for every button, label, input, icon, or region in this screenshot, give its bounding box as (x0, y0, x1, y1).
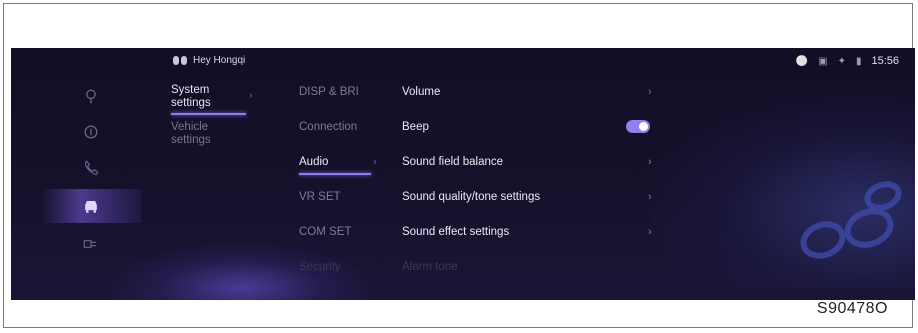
nav-item-phone[interactable] (41, 153, 141, 183)
submenu-label: VR SET (299, 191, 341, 203)
active-underline (171, 113, 246, 115)
left-nav (41, 76, 141, 300)
nav-item-apps[interactable] (41, 229, 141, 259)
setting-label: Sound field balance (402, 156, 504, 168)
status-bar: Hey Hongqi ⚪ ▣ ✦ ▮ 15:56 (11, 48, 915, 76)
nav-item-navigation[interactable] (41, 81, 141, 111)
signal-icon: ▮ (855, 55, 862, 67)
bluetooth-icon: ✦ (837, 55, 846, 67)
menu-system-settings-label: System settings (171, 84, 211, 109)
submenu-label: Connection (299, 121, 358, 133)
submenu-vr-set[interactable]: VR SET (299, 189, 399, 224)
wake-word-label: Hey Hongqi (193, 55, 246, 66)
submenu-label: Audio (299, 156, 329, 168)
setting-label: Sound quality/tone settings (402, 191, 541, 203)
submenu-audio[interactable]: Audio › (299, 154, 399, 189)
audio-volume[interactable]: Volume › (402, 84, 662, 119)
chevron-right-icon: › (648, 226, 652, 238)
chevron-right-icon: › (373, 156, 377, 168)
brand-emblem-icon (800, 181, 902, 259)
setting-label: Volume (402, 86, 441, 98)
audio-sound-effect[interactable]: Sound effect settings › (402, 224, 662, 259)
submenu-label: COM SET (299, 226, 352, 238)
menu-vehicle-settings-label: Vehicle settings (171, 121, 211, 146)
figure-code: S90478O (816, 300, 888, 317)
submenu-connection[interactable]: Connection (299, 119, 399, 154)
nav-item-music[interactable] (41, 117, 141, 147)
chevron-right-icon: › (249, 90, 253, 102)
submenu-security[interactable]: Security (299, 259, 399, 294)
voice-assistant-icon (173, 56, 187, 65)
chevron-right-icon: › (648, 86, 652, 98)
submenu-disp-bri[interactable]: DISP & BRI (299, 84, 399, 119)
setting-label: Alarm tone (402, 261, 458, 273)
submenu-label: Security (299, 261, 341, 273)
settings-category-list: System settings › Vehicle settings (171, 84, 281, 147)
audio-beep: Beep (402, 119, 662, 154)
active-underline (299, 173, 371, 175)
beep-toggle[interactable] (626, 120, 650, 133)
submenu-label: DISP & BRI (299, 86, 359, 98)
system-submenu: DISP & BRI Connection Audio › VR SET COM… (299, 84, 399, 294)
apps-icon (83, 240, 96, 248)
car-icon (85, 201, 97, 213)
infotainment-screen: Hey Hongqi ⚪ ▣ ✦ ▮ 15:56 System settings… (11, 48, 915, 300)
music-icon (84, 125, 98, 139)
nav-item-car[interactable] (41, 189, 141, 223)
figure-frame: Hey Hongqi ⚪ ▣ ✦ ▮ 15:56 System settings… (3, 3, 915, 328)
chevron-right-icon: › (648, 156, 652, 168)
chevron-right-icon: › (648, 191, 652, 203)
mic-icon: ⚪ (795, 55, 809, 67)
clock: 15:56 (871, 55, 899, 67)
status-icons: ⚪ ▣ ✦ ▮ 15:56 (796, 55, 899, 67)
audio-alarm-tone[interactable]: Alarm tone (402, 259, 662, 294)
setting-label: Sound effect settings (402, 226, 510, 238)
lock-icon: ▣ (818, 55, 828, 67)
phone-icon (85, 160, 99, 176)
audio-settings-list: Volume › Beep Sound field balance › Soun… (402, 84, 662, 294)
submenu-com-set[interactable]: COM SET (299, 224, 399, 259)
audio-sound-field-balance[interactable]: Sound field balance › (402, 154, 662, 189)
audio-sound-quality[interactable]: Sound quality/tone settings › (402, 189, 662, 224)
navigation-icon (86, 89, 96, 104)
setting-label: Beep (402, 121, 429, 133)
menu-vehicle-settings[interactable]: Vehicle settings (171, 121, 227, 147)
voice-assistant[interactable]: Hey Hongqi (173, 55, 245, 66)
menu-system-settings[interactable]: System settings › (171, 84, 253, 110)
